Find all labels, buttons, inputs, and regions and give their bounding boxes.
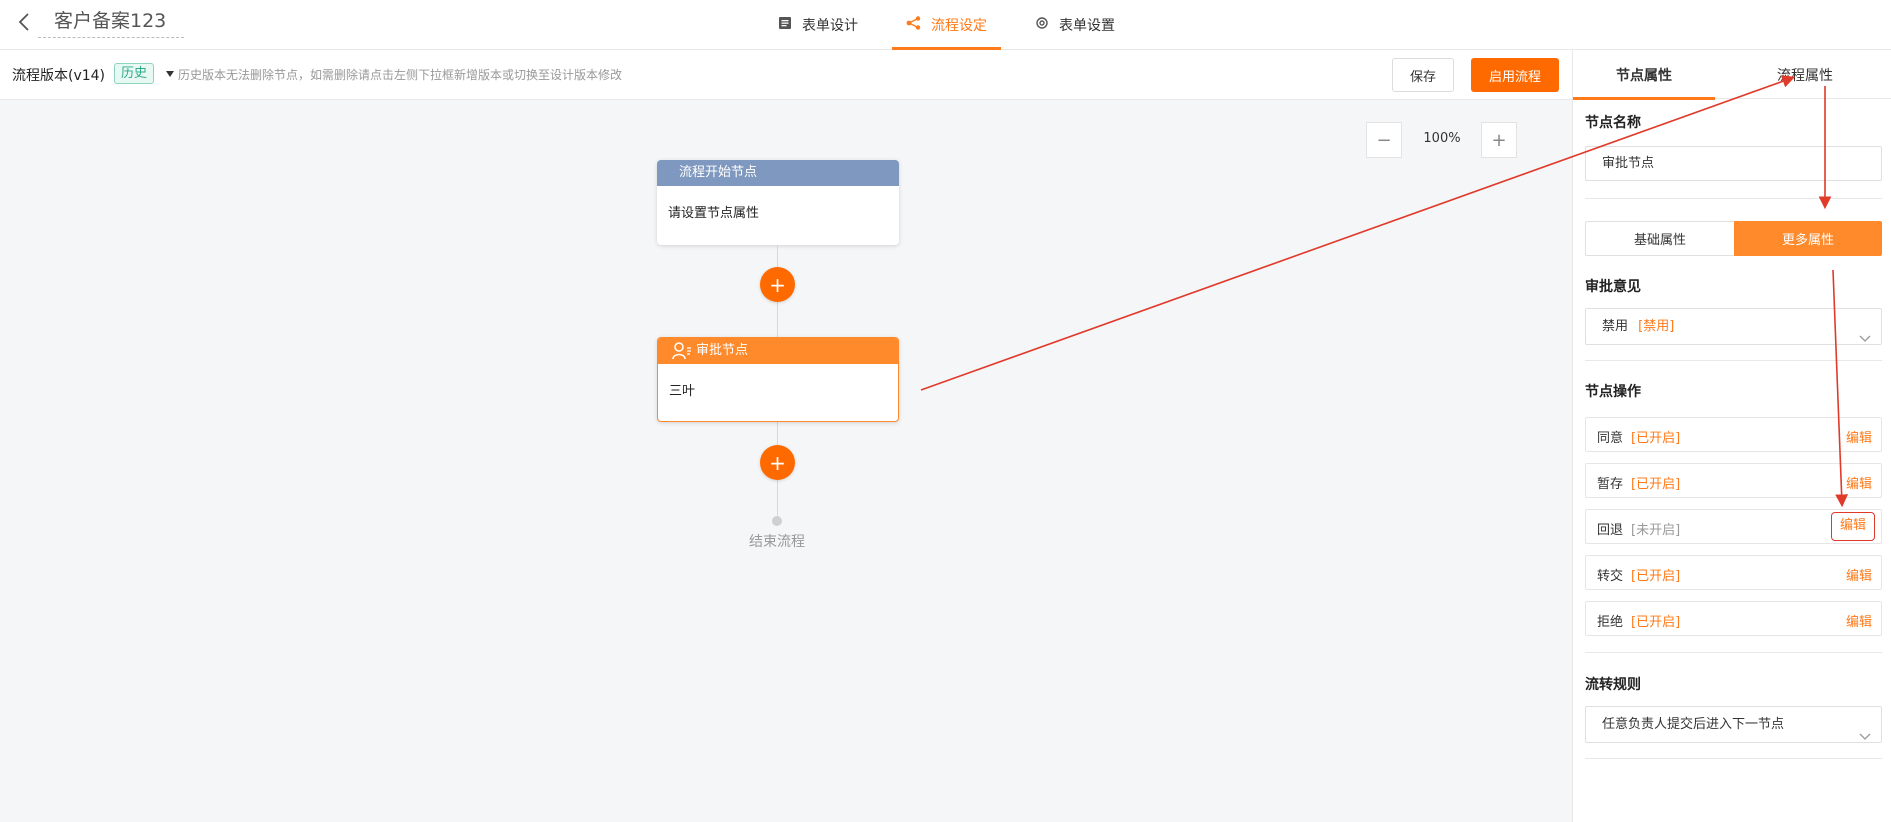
start-node-body: 请设置节点属性 bbox=[668, 206, 760, 221]
back-arrow-icon[interactable] bbox=[14, 11, 36, 33]
add-node-button[interactable]: + bbox=[760, 267, 795, 302]
edit-link[interactable]: 编辑 bbox=[1846, 565, 1872, 584]
tab-label: 表单设置 bbox=[1059, 18, 1115, 34]
tab-flow-properties[interactable]: 流程属性 bbox=[1730, 50, 1880, 99]
op-row-reject: 拒绝 [已开启] 编辑 bbox=[1585, 601, 1882, 636]
op-label: 暂存 bbox=[1597, 477, 1624, 492]
op-status: [未开启] bbox=[1631, 523, 1681, 538]
chevron-down-icon bbox=[1859, 322, 1871, 357]
op-row-agree: 同意 [已开启] 编辑 bbox=[1585, 417, 1882, 452]
properties-panel: 节点属性 流程属性 节点名称 审批节点 基础属性 更多属性 审批意见 禁用 [禁… bbox=[1572, 50, 1891, 822]
approve-node-header: 审批节点 bbox=[658, 338, 898, 364]
select-value: 禁用 bbox=[1602, 319, 1629, 334]
node-operations-title: 节点操作 bbox=[1585, 384, 1641, 400]
more-properties-button[interactable]: 更多属性 bbox=[1734, 221, 1882, 256]
approve-node-body: 三叶 bbox=[669, 384, 696, 399]
approver-icon bbox=[672, 342, 692, 360]
version-hint: 历史版本无法删除节点，如需删除请点击左侧下拉框新增版本或切换至设计版本修改 bbox=[178, 68, 623, 82]
add-node-button[interactable]: + bbox=[760, 445, 795, 480]
divider bbox=[1585, 652, 1882, 653]
form-icon bbox=[778, 16, 802, 34]
tab-form-design[interactable]: 表单设计 bbox=[764, 0, 872, 50]
end-flow-label: 结束流程 bbox=[749, 534, 805, 550]
main-tabs: 表单设计 流程设定 表单设置 bbox=[764, 0, 1149, 50]
start-node[interactable]: 流程开始节点 请设置节点属性 bbox=[657, 160, 899, 245]
select-tag: [禁用] bbox=[1638, 319, 1675, 334]
flow-icon bbox=[906, 16, 931, 34]
history-badge: 历史 bbox=[114, 63, 155, 84]
node-name-title: 节点名称 bbox=[1585, 115, 1641, 131]
flow-rule-select[interactable]: 任意负责人提交后进入下一节点 bbox=[1585, 706, 1882, 743]
divider bbox=[1585, 360, 1882, 361]
end-dot-icon bbox=[772, 516, 782, 526]
flow-rule-title: 流转规则 bbox=[1585, 677, 1641, 693]
edit-link[interactable]: 编辑 bbox=[1846, 427, 1872, 446]
op-label: 拒绝 bbox=[1597, 615, 1624, 630]
tab-node-properties[interactable]: 节点属性 bbox=[1573, 50, 1715, 100]
edit-link-highlighted[interactable]: 编辑 bbox=[1831, 512, 1875, 541]
settings-icon bbox=[1035, 16, 1059, 34]
flow-toolbar: 流程版本(v14) 历史 历史版本无法删除节点，如需删除请点击左侧下拉框新增版本… bbox=[0, 50, 1572, 100]
op-row-return: 回退 [未开启] 编辑 bbox=[1585, 509, 1882, 544]
select-value: 任意负责人提交后进入下一节点 bbox=[1602, 717, 1785, 732]
op-status: [已开启] bbox=[1631, 431, 1681, 446]
tab-label: 表单设计 bbox=[802, 18, 858, 34]
op-label: 转交 bbox=[1597, 569, 1624, 584]
divider bbox=[1585, 758, 1882, 759]
panel-tabs: 节点属性 流程属性 bbox=[1573, 50, 1891, 100]
approve-node-title: 审批节点 bbox=[696, 343, 749, 358]
form-title[interactable]: 客户备案123 bbox=[38, 8, 184, 38]
approve-node[interactable]: 审批节点 三叶 bbox=[657, 337, 899, 422]
top-bar: 客户备案123 表单设计 流程设定 表单设置 bbox=[0, 0, 1891, 50]
version-dropdown-caret-icon[interactable] bbox=[166, 71, 174, 77]
zoom-out-button[interactable]: − bbox=[1366, 122, 1402, 158]
flow-canvas[interactable]: − 100% + 流程开始节点 请设置节点属性 + 审批节点 三叶 + 结束流程 bbox=[0, 100, 1572, 822]
tab-flow-settings[interactable]: 流程设定 bbox=[892, 0, 1001, 50]
tab-label: 流程设定 bbox=[931, 18, 987, 34]
op-status: [已开启] bbox=[1631, 569, 1681, 584]
divider bbox=[1585, 198, 1882, 199]
chevron-down-icon bbox=[1859, 720, 1871, 755]
approval-opinion-select[interactable]: 禁用 [禁用] bbox=[1585, 308, 1882, 345]
approval-opinion-title: 审批意见 bbox=[1585, 279, 1641, 295]
node-name-input[interactable]: 审批节点 bbox=[1585, 146, 1882, 181]
save-button[interactable]: 保存 bbox=[1392, 58, 1454, 92]
op-row-transfer: 转交 [已开启] 编辑 bbox=[1585, 555, 1882, 590]
property-segment: 基础属性 更多属性 bbox=[1585, 221, 1882, 256]
op-label: 回退 bbox=[1597, 523, 1624, 538]
op-status: [已开启] bbox=[1631, 477, 1681, 492]
basic-properties-button[interactable]: 基础属性 bbox=[1585, 221, 1734, 256]
op-row-save-draft: 暂存 [已开启] 编辑 bbox=[1585, 463, 1882, 498]
zoom-in-button[interactable]: + bbox=[1481, 122, 1517, 158]
edit-link[interactable]: 编辑 bbox=[1846, 611, 1872, 630]
zoom-level: 100% bbox=[1423, 131, 1461, 146]
op-label: 同意 bbox=[1597, 431, 1624, 446]
version-label: 流程版本(v14) bbox=[12, 68, 106, 84]
start-node-title: 流程开始节点 bbox=[657, 160, 899, 186]
enable-flow-button[interactable]: 启用流程 bbox=[1471, 58, 1559, 92]
op-status: [已开启] bbox=[1631, 615, 1681, 630]
edit-link[interactable]: 编辑 bbox=[1846, 473, 1872, 492]
tab-form-settings[interactable]: 表单设置 bbox=[1021, 0, 1129, 50]
